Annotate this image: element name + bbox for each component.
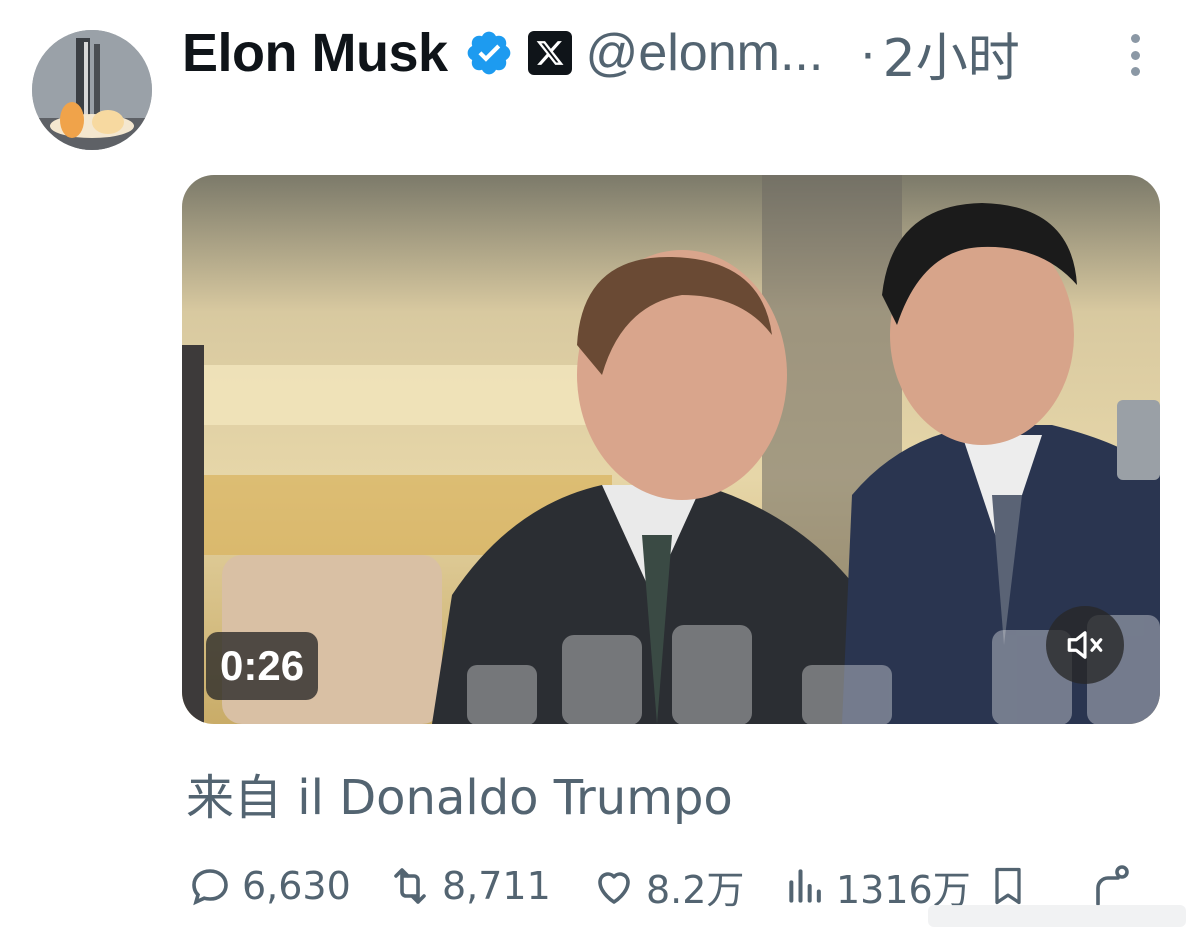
retweet-icon	[394, 868, 426, 904]
like-button[interactable]: 8.2万	[590, 855, 744, 917]
video-player[interactable]: 0:26	[182, 175, 1160, 724]
more-dot	[1130, 50, 1140, 60]
like-count: 8.2万	[646, 867, 745, 912]
video-duration: 0:26	[206, 632, 319, 700]
views-icon	[789, 869, 821, 903]
bottom-overlay-bar	[928, 905, 1186, 927]
avatar-image	[32, 30, 152, 150]
x-logo-icon	[527, 31, 572, 75]
like-icon	[598, 872, 630, 904]
bookmark-icon	[995, 867, 1021, 905]
author-handle[interactable]: @elonm...	[586, 23, 824, 83]
more-options-icon[interactable]	[1120, 30, 1150, 80]
volume-muted-icon[interactable]	[1046, 606, 1124, 684]
author-avatar[interactable]	[32, 30, 152, 150]
reply-button[interactable]: 6,630	[186, 855, 351, 917]
more-dot	[1130, 67, 1140, 76]
timestamp[interactable]: 2小时	[883, 16, 1020, 91]
author-name[interactable]: Elon Musk	[182, 22, 448, 84]
tweet-text: 来自 il Donaldo Trumpo	[186, 770, 733, 826]
retweet-button[interactable]: 8,711	[386, 855, 551, 917]
reply-count: 6,630	[242, 864, 351, 908]
more-dot	[1130, 34, 1140, 43]
verified-badge-icon[interactable]	[464, 28, 514, 78]
separator-dot: ·	[859, 24, 877, 82]
share-icon	[1096, 865, 1129, 906]
retweet-count: 8,711	[442, 864, 551, 908]
video-thumbnail	[182, 175, 1160, 724]
tweet-header: Elon Musk @elonm... · 2小时	[182, 16, 1020, 91]
reply-icon	[192, 869, 228, 906]
